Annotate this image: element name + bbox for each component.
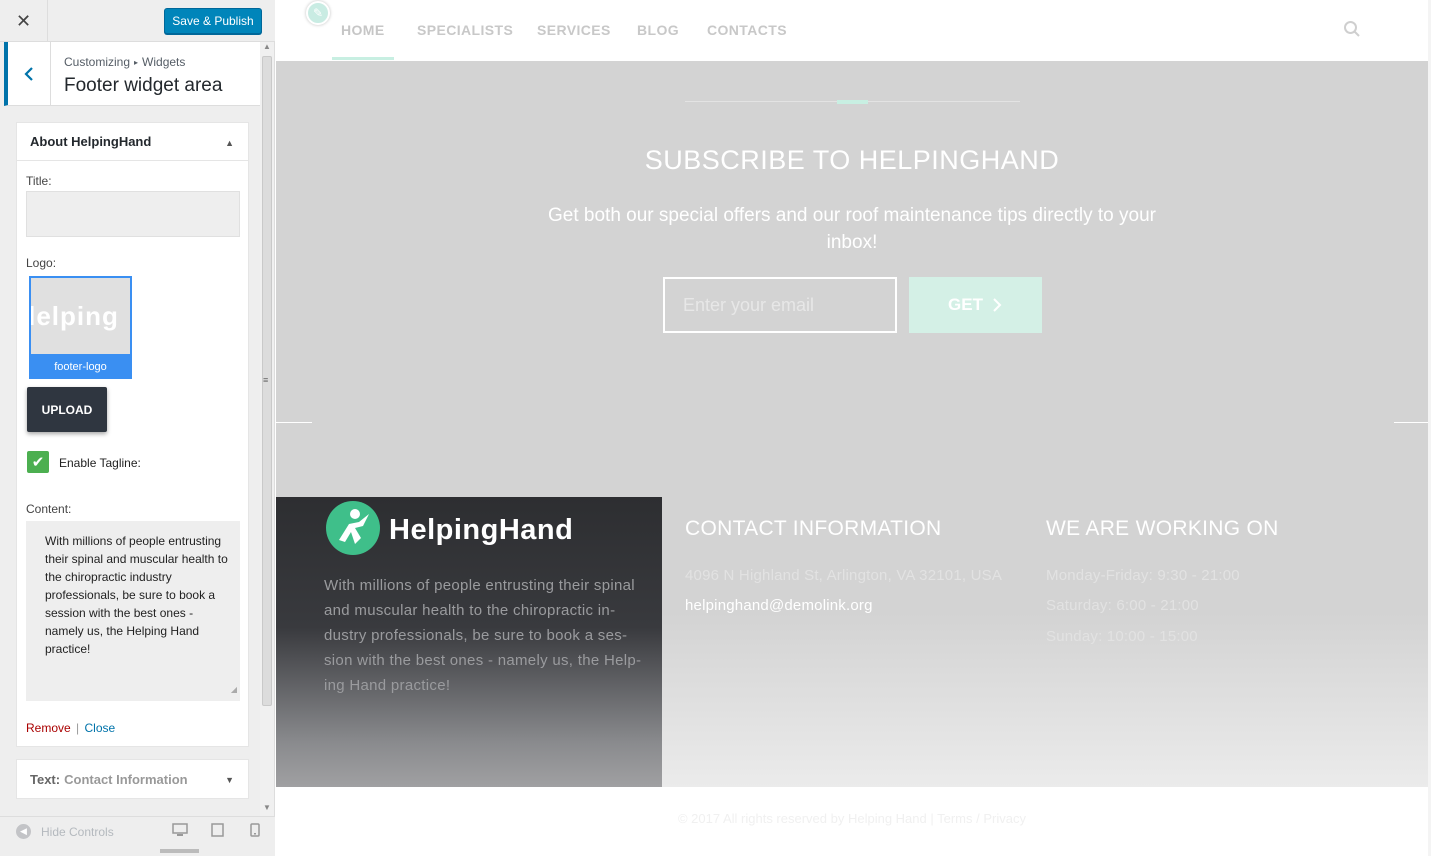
search-icon[interactable] bbox=[1343, 20, 1361, 38]
site-navigation: ✎ HOME SPECIALISTS SERVICES BLOG CONTACT… bbox=[276, 0, 1431, 61]
remove-widget-link[interactable]: Remove bbox=[26, 721, 71, 735]
actions-separator: | bbox=[76, 721, 80, 735]
customizer-footer: ◀ Hide Controls bbox=[0, 816, 275, 856]
nav-active-indicator bbox=[332, 57, 394, 60]
checkmark-icon: ✔ bbox=[31, 454, 45, 471]
enable-tagline-checkbox[interactable]: ✔ bbox=[27, 451, 49, 473]
section-header: Customizing ▸ Widgets Footer widget area bbox=[4, 42, 260, 106]
collapse-icon: ◀ bbox=[16, 824, 31, 839]
desktop-preview-icon[interactable] bbox=[172, 823, 188, 837]
caret-up-icon: ▲ bbox=[225, 138, 234, 148]
active-device-indicator bbox=[160, 849, 199, 853]
hours-sunday: Sunday: 10:00 - 15:00 bbox=[1046, 628, 1198, 645]
working-hours-title: WE ARE WORKING ON bbox=[1046, 517, 1279, 540]
scroll-up-icon[interactable]: ▲ bbox=[263, 42, 271, 51]
terms-link[interactable]: Terms bbox=[937, 811, 972, 826]
subscribe-get-button[interactable]: GET bbox=[909, 277, 1042, 333]
close-icon: ✕ bbox=[15, 10, 32, 31]
right-edge-line bbox=[1394, 422, 1430, 423]
upload-button[interactable]: UPLOAD bbox=[27, 387, 107, 432]
divider-accent bbox=[837, 100, 868, 104]
close-customizer-button[interactable]: ✕ bbox=[0, 0, 48, 42]
widget-about-title: About HelpingHand bbox=[30, 134, 152, 149]
contact-email-link[interactable]: helpinghand@demolink.org bbox=[685, 597, 873, 614]
back-button[interactable] bbox=[8, 42, 51, 105]
helpinghand-logo-icon bbox=[326, 501, 380, 555]
breadcrumb-arrow-icon: ▸ bbox=[134, 58, 139, 67]
scrollbar-grip-icon: ≡ bbox=[263, 375, 269, 385]
copyright-text: © 2017 All rights reserved by Helping Ha… bbox=[276, 811, 1428, 826]
logo-preview: lelping bbox=[31, 278, 130, 354]
copyright-notice: © 2017 All rights reserved by Helping Ha… bbox=[677, 811, 934, 826]
widget-contact-type: Text: bbox=[30, 771, 61, 787]
logo-preview-text: lelping bbox=[29, 300, 119, 331]
widget-actions: Remove | Close bbox=[26, 721, 115, 735]
hide-controls-label: Hide Controls bbox=[41, 824, 114, 839]
nav-item-services[interactable]: SERVICES bbox=[537, 22, 611, 38]
widget-contact-information: Text: Contact Information ▼ bbox=[16, 759, 249, 799]
close-widget-link[interactable]: Close bbox=[85, 721, 116, 735]
breadcrumb: Customizing ▸ Widgets bbox=[64, 55, 185, 69]
subscribe-section: SUBSCRIBE TO HELPINGHAND Get both our sp… bbox=[276, 61, 1430, 497]
title-field-label: Title: bbox=[26, 174, 52, 188]
copyright-slash: / bbox=[976, 811, 980, 826]
site-preview: ✎ HOME SPECIALISTS SERVICES BLOG CONTACT… bbox=[276, 0, 1431, 856]
subscribe-email-input[interactable] bbox=[663, 277, 897, 333]
resize-grip-icon[interactable]: ◢ bbox=[231, 681, 237, 699]
site-footer: HelpingHand With millions of people entr… bbox=[276, 497, 1428, 787]
content-textarea[interactable]: With millions of people entrusting their… bbox=[26, 521, 240, 701]
hide-controls-button[interactable]: ◀ Hide Controls bbox=[16, 824, 114, 839]
get-button-label: GET bbox=[948, 295, 983, 314]
nav-item-blog[interactable]: BLOG bbox=[637, 22, 679, 38]
subscribe-text: Get both our special offers and our roof… bbox=[548, 205, 1156, 253]
chevron-left-icon bbox=[24, 66, 33, 81]
customizer-sidebar: ✕ Save & Publish Customizing ▸ Widgets Foo… bbox=[0, 0, 275, 856]
mobile-preview-icon[interactable] bbox=[250, 823, 260, 837]
breadcrumb-root: Customizing bbox=[64, 55, 131, 69]
content-text: With millions of people entrusting their… bbox=[45, 534, 228, 656]
privacy-link[interactable]: Privacy bbox=[983, 811, 1026, 826]
widget-about-header[interactable]: About HelpingHand ▲ bbox=[17, 123, 248, 161]
content-field-label: Content: bbox=[26, 502, 72, 516]
hours-saturday: Saturday: 6:00 - 21:00 bbox=[1046, 597, 1199, 614]
logo-field-label: Logo: bbox=[26, 256, 57, 270]
edit-shortcut-pencil-icon[interactable]: ✎ bbox=[306, 1, 330, 25]
save-publish-button[interactable]: Save & Publish bbox=[164, 8, 262, 34]
copyright-bar: © 2017 All rights reserved by Helping Ha… bbox=[276, 787, 1428, 856]
footer-about-text: With millions of people entrusting their… bbox=[324, 577, 642, 694]
scroll-down-icon[interactable]: ▼ bbox=[263, 803, 271, 812]
nav-item-home[interactable]: HOME bbox=[341, 22, 385, 38]
contact-address: 4096 N Highland St, Arlington, VA 32101,… bbox=[685, 567, 1003, 584]
widget-about-helpinghand: About HelpingHand ▲ Title: Logo: lelping… bbox=[16, 122, 249, 747]
caret-down-icon: ▼ bbox=[225, 775, 234, 785]
hours-weekdays: Monday-Friday: 9:30 - 21:00 bbox=[1046, 567, 1240, 584]
enable-tagline-label: Enable Tagline: bbox=[59, 456, 141, 470]
left-edge-line bbox=[276, 422, 312, 423]
tablet-preview-icon[interactable] bbox=[211, 823, 224, 837]
widget-contact-header[interactable]: Text: Contact Information ▼ bbox=[17, 760, 248, 798]
logo-thumbnail[interactable]: lelping footer-logo bbox=[29, 276, 132, 379]
contact-info-title: CONTACT INFORMATION bbox=[685, 517, 942, 540]
footer-brand-name: HelpingHand bbox=[389, 514, 574, 546]
chevron-right-icon bbox=[993, 298, 1002, 312]
title-input[interactable] bbox=[26, 191, 240, 237]
nav-item-contacts[interactable]: CONTACTS bbox=[707, 22, 787, 38]
widgets-list: About HelpingHand ▲ Title: Logo: lelping… bbox=[0, 106, 260, 816]
customizer-header: ✕ Save & Publish bbox=[0, 0, 275, 42]
breadcrumb-current: Widgets bbox=[142, 55, 186, 69]
logo-filename: footer-logo bbox=[31, 354, 130, 377]
subscribe-title: SUBSCRIBE TO HELPINGHAND bbox=[644, 145, 1060, 175]
footer-about-panel: HelpingHand With millions of people entr… bbox=[276, 497, 662, 787]
widget-contact-title: Contact Information bbox=[64, 771, 188, 787]
sidebar-scrollbar[interactable]: ▲ ≡ ▼ bbox=[260, 42, 274, 816]
section-title: Footer widget area bbox=[64, 75, 223, 96]
nav-item-specialists[interactable]: SPECIALISTS bbox=[417, 22, 513, 38]
